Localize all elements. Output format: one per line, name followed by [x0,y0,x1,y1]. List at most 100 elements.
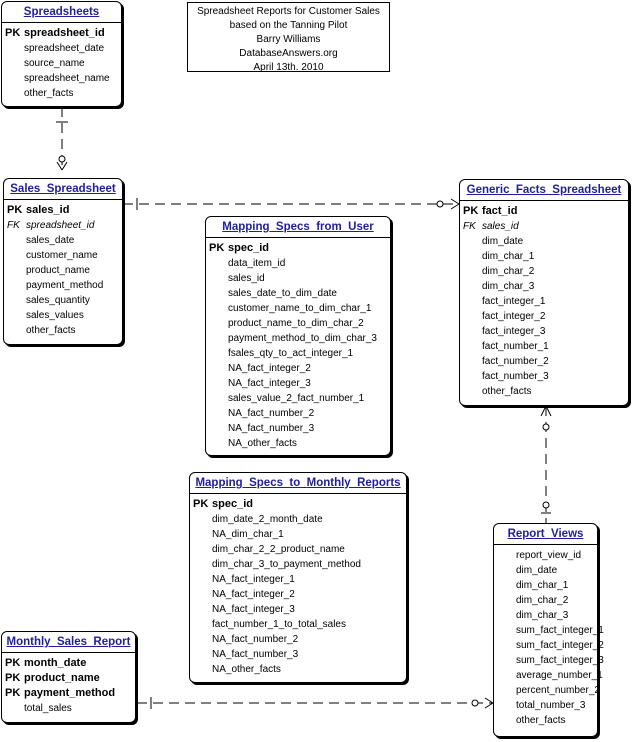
note-line: Barry Williams [256,34,321,45]
field-row: dim_char_1 [494,578,597,593]
primary-key-row: PK fact_id [460,204,628,219]
field-name: dim_char_2 [482,266,535,277]
key-field: sales_id [482,221,519,232]
field-row: payment_method [4,278,122,293]
field-row: payment_method_to_dim_char_3 [206,331,390,346]
key-field: spec_id [212,498,253,510]
key-tag: PK [193,498,209,510]
field-name: fact_integer_3 [482,326,546,337]
field-row: dim_char_2_2_product_name [190,542,406,557]
note-line: Spreadsheet Reports for Customer Sales [197,6,380,17]
note-line: based on the Tanning Pilot [229,20,348,31]
entity-spreadsheets[interactable]: Spreadsheets PK spreadsheet_id spreadsheet_… [1,1,122,107]
field-name: payment_method_to_dim_char_3 [228,333,377,344]
field-row: NA_fact_number_2 [190,632,406,647]
field-row: percent_number_2 [494,683,600,698]
field-name: sales_id [228,273,265,284]
primary-key-row: PK month_date [2,656,135,671]
entity-monthly-sales-report[interactable]: Monthly_Sales_Report PK month_date PK produc… [1,631,136,723]
field-row: sales_value_2_fact_number_1 [206,391,390,406]
entity-title: Spreadsheets [2,2,121,23]
field-name: fact_integer_1 [482,296,546,307]
field-name: dim_char_2 [516,595,569,606]
field-row: sum_fact_integer_1 [494,623,604,638]
field-name: NA_fact_integer_1 [212,574,295,585]
field-row: customer_name [4,248,122,263]
field-name: product_name [26,265,90,276]
field-row: NA_fact_integer_1 [190,572,406,587]
field-row: spreadsheet_name [2,71,121,86]
field-row: dim_date [494,563,597,578]
field-name: other_facts [516,715,566,726]
field-name: spreadsheet_date [24,43,105,54]
key-tag: PK [7,204,23,216]
field-name: NA_fact_integer_3 [228,378,311,389]
field-row: fact_integer_2 [460,309,628,324]
field-name: sales_quantity [26,295,90,306]
field-row: other_facts [460,384,628,399]
key-field: spec_id [228,242,269,254]
field-name: sales_date_to_dim_date [228,288,337,299]
field-name: fact_number_1 [482,341,549,352]
field-row: fact_integer_3 [460,324,628,339]
field-name: dim_date_2_month_date [212,514,323,525]
field-name: customer_name_to_dim_char_1 [228,303,372,314]
field-row: fact_number_2 [460,354,628,369]
key-field: spreadsheet_id [24,27,105,39]
primary-key-row: PK spreadsheet_id [2,26,121,41]
entity-mapping-specs-from-user[interactable]: Mapping_Specs_from_User PK spec_id data_ite… [205,216,391,456]
field-name: dim_char_1 [516,580,569,591]
field-row: NA_fact_integer_3 [206,376,390,391]
field-row: sales_id [206,271,390,286]
field-name: other_facts [24,88,74,99]
key-field: sales_id [26,204,70,216]
primary-key-row: PK sales_id [4,203,122,218]
entity-report-views[interactable]: Report_Views report_view_id dim_date dim_ch… [493,523,604,737]
field-name: NA_fact_integer_2 [212,589,295,600]
field-row: NA_other_facts [206,436,390,451]
field-row: other_facts [2,86,121,101]
field-name: sum_fact_integer_2 [516,640,604,651]
key-field: payment_method [24,687,116,699]
field-row: dim_char_1 [460,249,628,264]
key-tag: PK [5,657,21,669]
field-row: spreadsheet_date [2,41,121,56]
field-row: fact_number_1 [460,339,628,354]
field-row: fact_number_1_to_total_sales [190,617,406,632]
field-name: NA_fact_number_3 [228,423,315,434]
foreign-key-row: FK sales_id [460,219,628,234]
note-line: DatabaseAnswers.org [239,48,338,59]
field-name: NA_fact_integer_2 [228,363,311,374]
field-row: dim_char_3 [460,279,628,294]
field-name: NA_dim_char_1 [212,529,284,540]
field-row: NA_fact_integer_2 [206,361,390,376]
key-field: spreadsheet_id [26,220,95,231]
field-row: dim_date_2_month_date [190,512,406,527]
entity-title: Mapping_Specs_to_Monthly_Reports [190,473,406,494]
field-name: NA_fact_integer_3 [212,604,295,615]
field-name: dim_char_3 [516,610,569,621]
field-name: total_number_3 [516,700,586,711]
field-row: sum_fact_integer_2 [494,638,604,653]
field-name: sum_fact_integer_3 [516,655,604,666]
entity-sales-spreadsheet[interactable]: Sales_Spreadsheet PK sales_id FK spreadsheet… [3,178,123,345]
field-name: fsales_qty_to_act_integer_1 [228,348,354,359]
field-name: payment_method [26,280,104,291]
field-row: total_number_3 [494,698,597,713]
field-row: sales_date_to_dim_date [206,286,390,301]
field-row: NA_fact_number_3 [190,647,406,662]
entity-title: Report_Views [494,524,597,545]
field-row: NA_fact_number_3 [206,421,390,436]
primary-key-row: PK product_name [2,671,135,686]
field-row: NA_fact_integer_2 [190,587,406,602]
entity-generic-facts-spreadsheet[interactable]: Generic_Facts_Spreadsheet PK fact_id FK sale… [459,179,629,406]
entity-mapping-specs-to-monthly-reports[interactable]: Mapping_Specs_to_Monthly_Reports PK spec_i… [189,472,407,683]
field-row: sales_date [4,233,122,248]
field-name: other_facts [482,386,532,397]
field-row: customer_name_to_dim_char_1 [206,301,390,316]
field-name: average_number_1 [516,670,603,681]
field-name: NA_other_facts [228,438,297,449]
key-field: fact_id [482,205,518,217]
foreign-key-row: FK spreadsheet_id [4,218,122,233]
entity-title: Monthly_Sales_Report [2,632,135,653]
